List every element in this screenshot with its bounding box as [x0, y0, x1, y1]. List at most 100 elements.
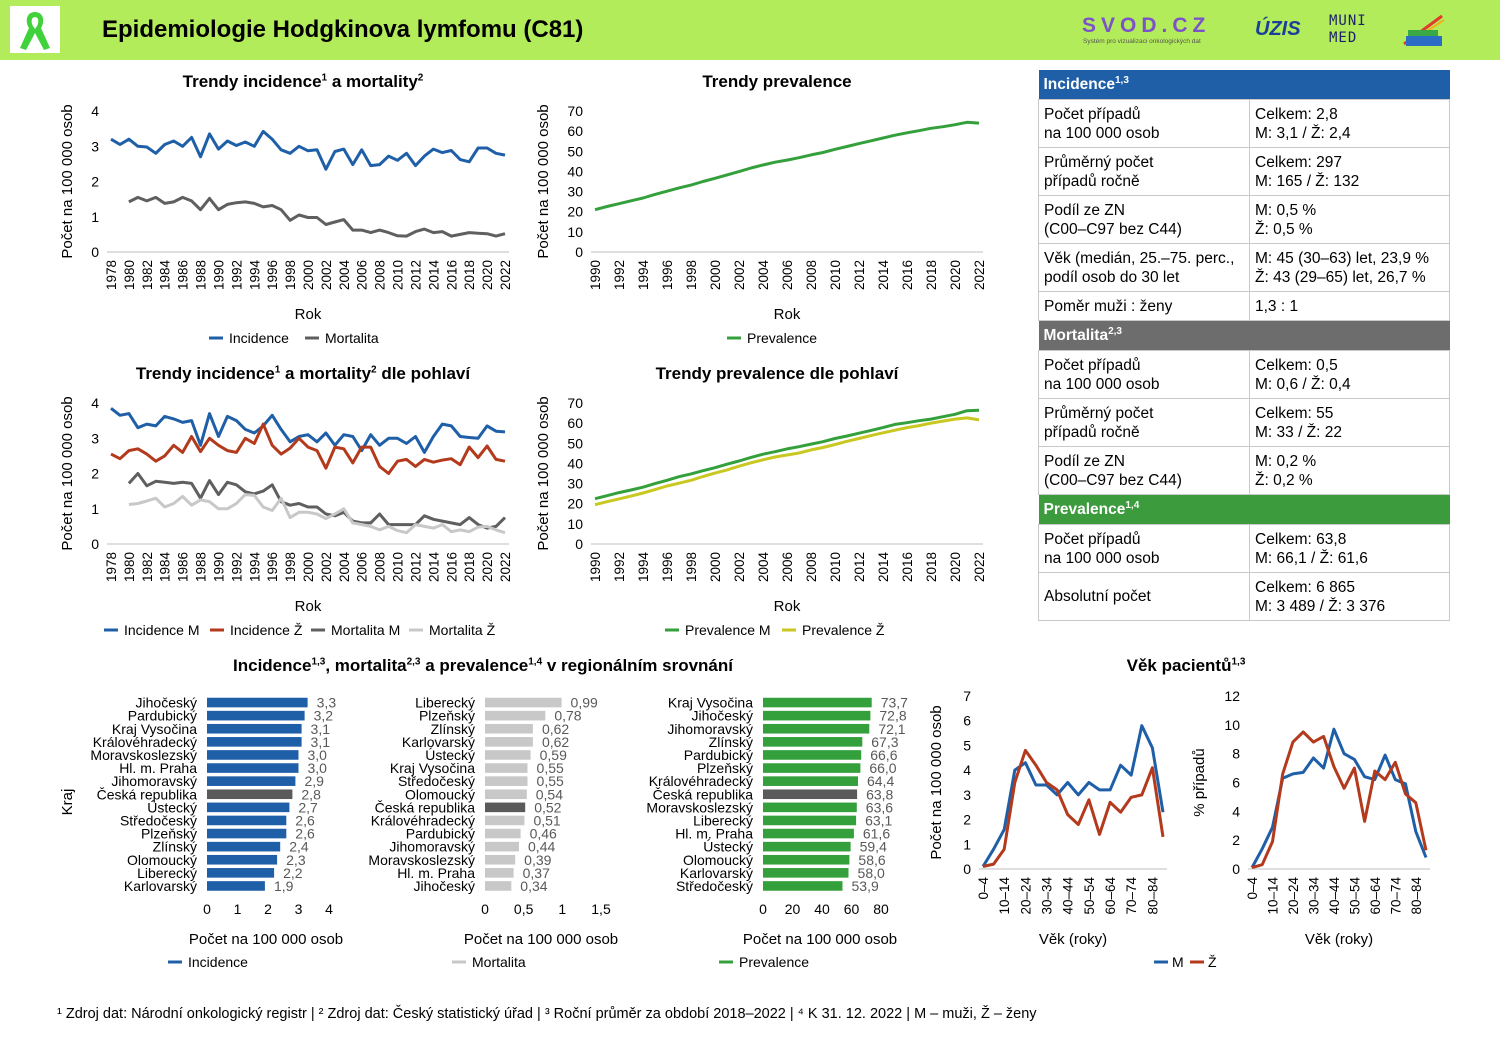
y-tick-label: 6	[963, 713, 971, 729]
stat-value: Celkem: 63,8 M: 66,1 / Ž: 61,6	[1249, 524, 1450, 573]
table-row: Podíl ze ZN (C00–C97 bez C44) M: 0,2 % Ž: …	[1038, 446, 1450, 495]
x-tick-label: 1982	[140, 260, 155, 290]
y-tick-label: 1	[91, 209, 99, 225]
bar	[763, 763, 861, 773]
x-tick-label: 2016	[444, 552, 459, 582]
x-tick-label: 1990	[588, 552, 603, 582]
x-axis-label: Věk (roky)	[1305, 931, 1373, 948]
bar	[207, 737, 302, 747]
x-tick-label: 3	[295, 901, 303, 917]
x-tick-label: 2004	[756, 260, 771, 291]
x-tick-label: 2022	[972, 260, 987, 290]
y-tick-label: 2	[1232, 832, 1240, 848]
incidence-section-header: Incidence1,3	[1038, 70, 1450, 100]
bar	[207, 881, 265, 891]
y-axis-label: Počet na 100 000 osob	[928, 705, 945, 859]
table-row: Průměrný počet případů ročně Celkem: 297 M…	[1038, 147, 1450, 196]
x-tick-label: 1982	[140, 552, 155, 582]
x-tick-label: 1980	[122, 260, 137, 290]
x-tick-label: 1992	[612, 260, 627, 290]
y-tick-label: 12	[1224, 688, 1240, 704]
table-row: Věk (medián, 25.–75. perc., podíl osob do…	[1038, 243, 1450, 292]
y-tick-label: 10	[567, 224, 583, 240]
bar	[207, 763, 299, 773]
y-axis-label: Počet na 100 000 osob	[59, 104, 76, 258]
y-tick-label: 60	[567, 415, 583, 431]
x-tick-label: 1	[558, 901, 566, 917]
x-tick-label: 1996	[660, 260, 675, 290]
bar	[763, 737, 863, 747]
x-tick-label: 2018	[924, 552, 939, 582]
x-tick-label: 20–24	[1286, 877, 1301, 915]
x-tick-label: 2012	[852, 260, 867, 290]
bar	[485, 854, 516, 865]
x-tick-label: 40–44	[1061, 877, 1076, 915]
x-tick-label: 1994	[247, 552, 262, 583]
x-tick-label: 30–34	[1040, 877, 1055, 915]
footnote: ¹ Zdroj dat: Národní onkologický registr…	[57, 1006, 1037, 1022]
x-tick-label: 1996	[265, 552, 280, 582]
x-tick-label: 2018	[462, 552, 477, 582]
x-tick-label: 2010	[828, 260, 843, 290]
x-tick-label: 1994	[636, 552, 651, 583]
x-tick-label: 0,5	[514, 901, 534, 917]
x-tick-label: 1986	[176, 552, 191, 582]
series-line-prevalence-ž	[594, 416, 980, 507]
bar	[207, 697, 308, 708]
x-tick-label: 2020	[948, 552, 963, 582]
bar	[763, 841, 851, 852]
bar	[485, 697, 562, 708]
x-tick-label: 2002	[319, 552, 334, 582]
stat-label: Počet případů na 100 000 osob	[1038, 524, 1250, 573]
bar	[207, 789, 293, 800]
x-tick-label: 2016	[900, 552, 915, 582]
y-tick-label: 20	[567, 496, 583, 512]
y-tick-label: 0	[575, 536, 583, 552]
bar	[763, 854, 850, 865]
stat-label: Podíl ze ZN (C00–C97 bez C44)	[1038, 446, 1250, 495]
x-tick-label: 80–84	[1145, 877, 1160, 915]
series-line-mortalita-ž	[128, 493, 506, 535]
x-tick-label: 2000	[301, 552, 316, 582]
x-tick-label: 2000	[708, 552, 723, 582]
x-tick-label: 2022	[972, 552, 987, 582]
series-line-prevalence	[594, 120, 980, 212]
y-tick-label: 20	[567, 204, 583, 220]
x-tick-label: 2006	[780, 260, 795, 290]
x-tick-label: 1998	[684, 552, 699, 582]
x-tick-label: 0–4	[1245, 877, 1260, 900]
table-row: Podíl ze ZN (C00–C97 bez C44) M: 0,5 % Ž: …	[1038, 195, 1450, 244]
bar	[207, 802, 290, 813]
x-tick-label: 2008	[373, 552, 388, 582]
y-tick-label: 0	[963, 861, 971, 877]
stat-value: M: 0,5 % Ž: 0,5 %	[1249, 195, 1450, 244]
stat-value: Celkem: 297 M: 165 / Ž: 132	[1249, 147, 1450, 196]
x-axis-label: Počet na 100 000 osob	[464, 931, 618, 948]
bar	[207, 815, 287, 826]
x-axis-label: Rok	[774, 598, 801, 615]
x-tick-label: 0–4	[976, 877, 991, 900]
bar	[763, 776, 858, 786]
x-tick-label: 2020	[480, 552, 495, 582]
bar	[485, 723, 533, 734]
x-tick-label: 2014	[426, 260, 441, 291]
x-tick-label: 20–24	[1018, 877, 1033, 915]
stat-value: Celkem: 6 865 M: 3 489 / Ž: 3 376	[1249, 572, 1450, 621]
bar	[763, 697, 872, 708]
bar	[207, 710, 305, 721]
x-tick-label: 2008	[804, 260, 819, 290]
y-axis-label: Počet na 100 000 osob	[535, 396, 552, 550]
x-tick-label: 2014	[876, 552, 891, 583]
legend-label: Ž	[1208, 954, 1217, 970]
bar	[763, 723, 870, 734]
x-tick-label: 1998	[283, 260, 298, 290]
legend-label: Mortalita Ž	[429, 622, 496, 638]
stat-label: Průměrný počet případů ročně	[1038, 398, 1250, 447]
x-tick-label: 2006	[355, 260, 370, 290]
x-tick-label: 2006	[780, 552, 795, 582]
y-tick-label: 0	[1232, 861, 1240, 877]
stat-label: Počet případů na 100 000 osob	[1038, 99, 1250, 148]
bar	[485, 841, 519, 852]
x-tick-label: 2008	[804, 552, 819, 582]
x-tick-label: 2012	[408, 552, 423, 582]
